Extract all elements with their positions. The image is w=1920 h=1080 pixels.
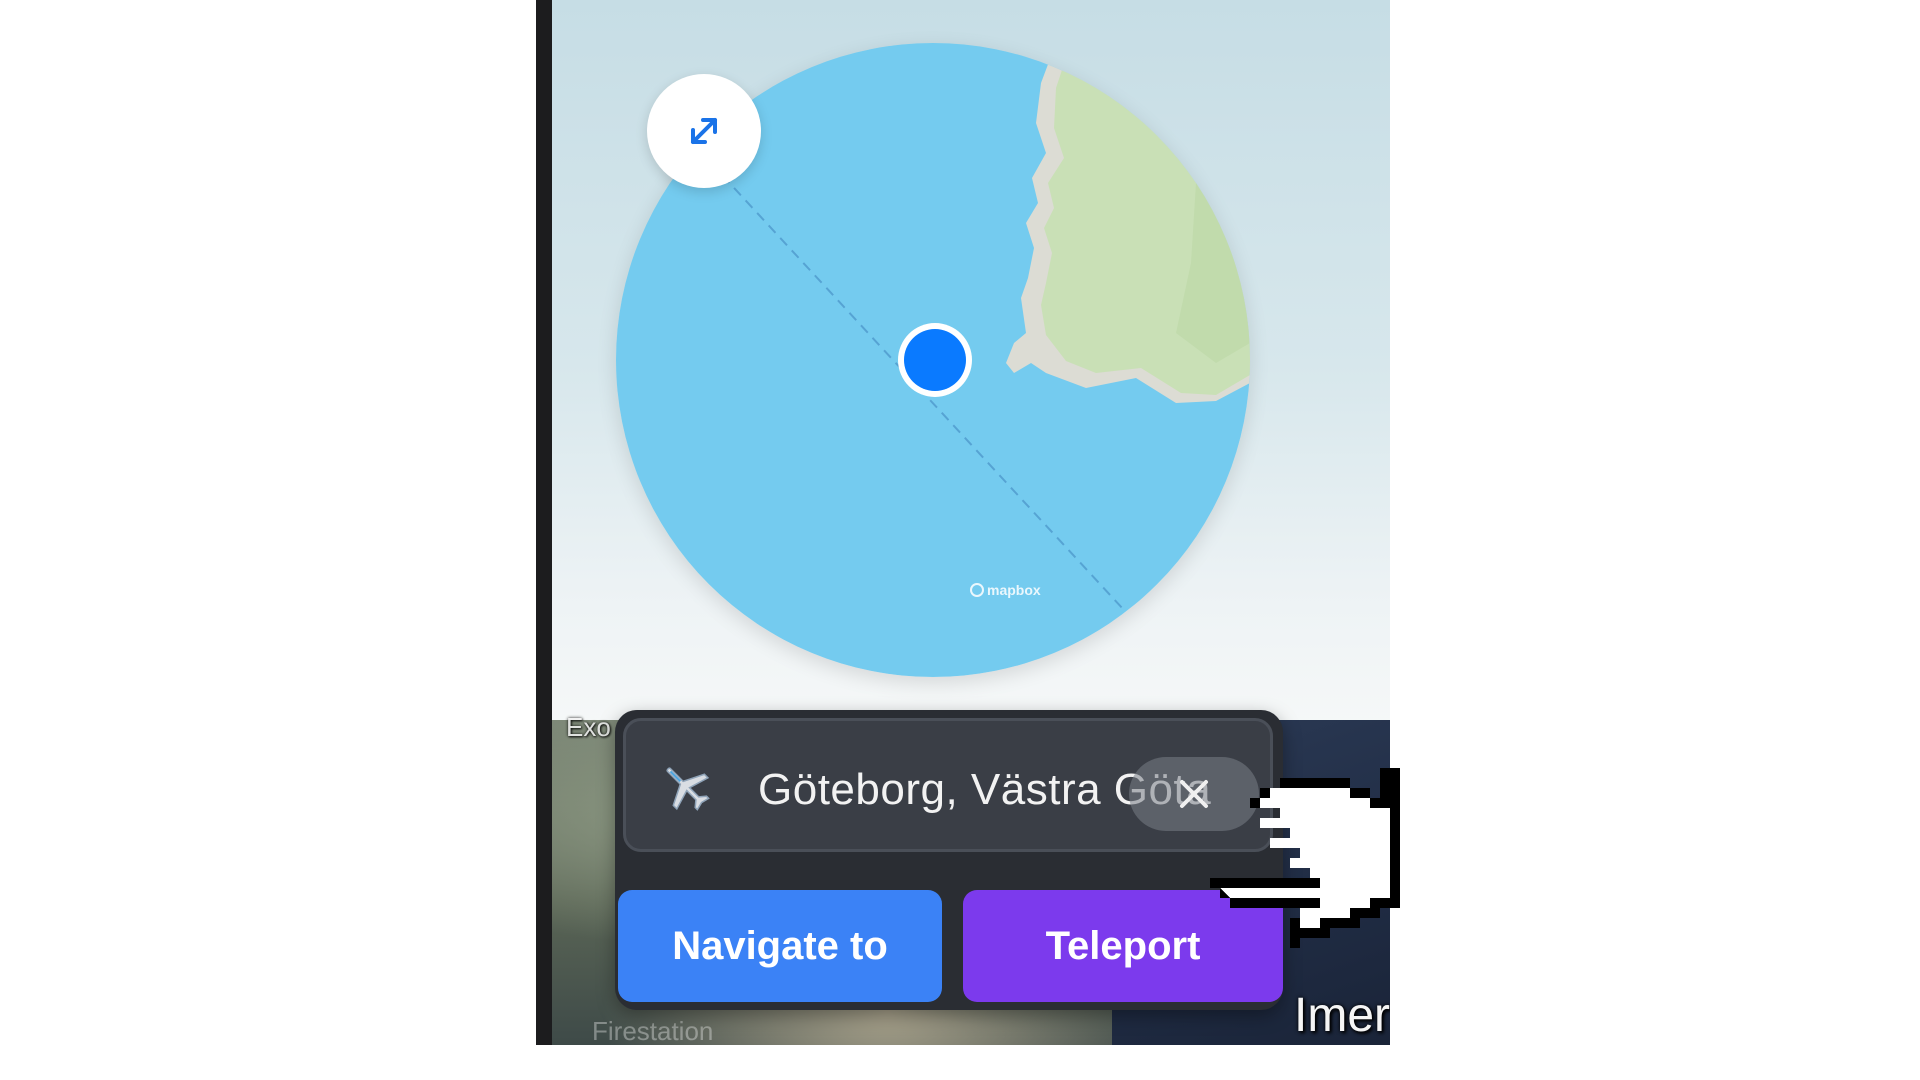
map-viewport[interactable]: Exo Firestation Imer mapbox Göteborg, Vä… <box>552 0 1390 1045</box>
teleport-button[interactable]: Teleport <box>963 890 1283 1002</box>
screen: Exo Firestation Imer mapbox Göteborg, Vä… <box>0 0 1920 1080</box>
expand-map-button[interactable] <box>647 74 761 188</box>
terrain-label: Exo <box>566 712 611 742</box>
clear-search-button[interactable] <box>1129 757 1259 831</box>
mapbox-attribution-text: mapbox <box>987 582 1041 598</box>
terrain-label-faint: Firestation <box>592 1016 714 1045</box>
destination-search-field[interactable]: Göteborg, Västra Göta <box>623 718 1273 852</box>
mapbox-attribution[interactable]: mapbox <box>970 582 1041 598</box>
destination-panel: Göteborg, Västra Göta Navigate to Telepo… <box>615 710 1283 1010</box>
window-edge <box>536 0 552 1045</box>
navigate-to-button[interactable]: Navigate to <box>618 890 942 1002</box>
airplane-icon <box>666 767 710 811</box>
close-icon <box>1180 780 1208 808</box>
expand-diagonal-icon <box>691 118 717 144</box>
mapbox-logo-icon <box>970 583 984 597</box>
terrain-label-large: Imer <box>1294 989 1390 1042</box>
